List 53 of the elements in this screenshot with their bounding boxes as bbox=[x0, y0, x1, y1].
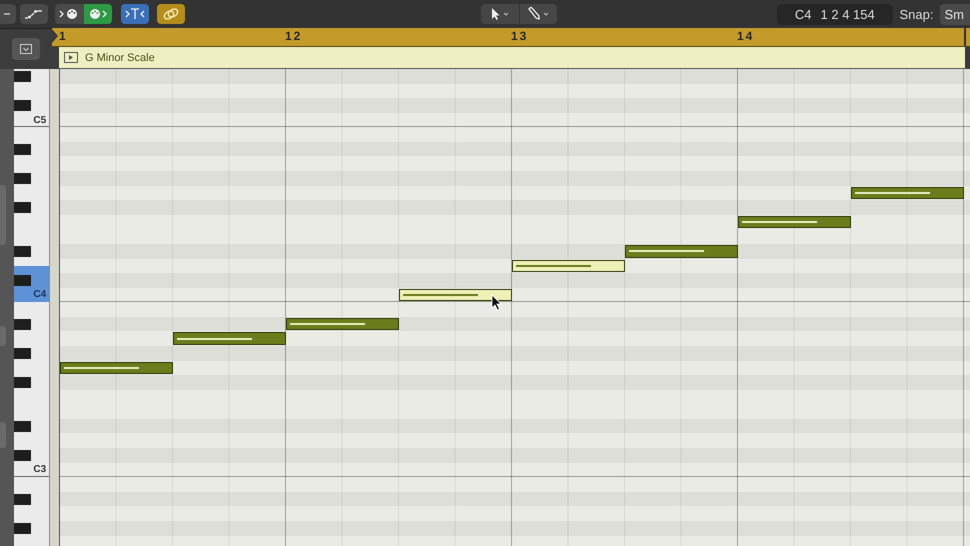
midi-note[interactable] bbox=[738, 216, 851, 228]
bar-number: 13 bbox=[511, 29, 528, 43]
sharp-key[interactable] bbox=[14, 202, 31, 214]
sharp-key[interactable] bbox=[14, 100, 31, 112]
pitch-readout: C4 bbox=[794, 6, 812, 22]
bar-number: 12 bbox=[285, 29, 302, 43]
chevron-box-icon bbox=[20, 44, 32, 54]
automation-button[interactable] bbox=[20, 4, 48, 24]
link-button[interactable] bbox=[157, 4, 186, 24]
sharp-key[interactable] bbox=[14, 494, 31, 505]
sharp-key[interactable] bbox=[14, 377, 31, 388]
region-header[interactable]: G Minor Scale bbox=[59, 47, 970, 69]
snap-dropdown[interactable]: Sm bbox=[940, 4, 970, 24]
midi-note[interactable] bbox=[173, 332, 286, 346]
midi-in-button[interactable] bbox=[55, 4, 84, 24]
pointer-icon bbox=[490, 8, 510, 20]
catch-icon bbox=[125, 8, 146, 20]
bar-number: 14 bbox=[737, 29, 754, 43]
sharp-key[interactable] bbox=[14, 348, 31, 359]
sharp-key[interactable] bbox=[14, 318, 31, 330]
catch-button[interactable] bbox=[121, 4, 150, 24]
midi-note[interactable] bbox=[851, 186, 964, 200]
time-readout: 1 2 4 154 bbox=[820, 6, 875, 22]
piano-keyboard[interactable]: C5 C4 C3 bbox=[14, 69, 50, 546]
link-icon bbox=[161, 7, 182, 21]
sharp-key[interactable] bbox=[14, 522, 31, 534]
octave-label: C5 bbox=[33, 114, 46, 128]
sharp-key[interactable] bbox=[14, 420, 31, 432]
octave-label: C4 bbox=[33, 288, 46, 302]
midi-note[interactable] bbox=[286, 318, 399, 330]
piano-roll-grid[interactable] bbox=[59, 69, 970, 546]
midi-note[interactable] bbox=[512, 260, 625, 272]
sharp-key[interactable] bbox=[14, 450, 31, 462]
midi-note[interactable] bbox=[625, 244, 738, 258]
mouse-pointer-icon bbox=[491, 294, 503, 311]
midi-note[interactable] bbox=[399, 288, 512, 302]
bar-ruler[interactable]: 1 12 13 14 bbox=[52, 28, 970, 47]
midi-out-button[interactable] bbox=[84, 4, 112, 24]
collapse-button[interactable] bbox=[12, 38, 40, 60]
pencil-icon bbox=[526, 7, 551, 21]
snap-label: Snap: bbox=[900, 6, 934, 22]
region-name: G Minor Scale bbox=[85, 52, 155, 64]
midi-note[interactable] bbox=[60, 362, 173, 374]
play-box-icon bbox=[64, 52, 78, 63]
midi-out-icon bbox=[88, 8, 108, 20]
sharp-key[interactable] bbox=[14, 246, 31, 257]
curve-icon bbox=[24, 8, 44, 20]
sharp-key[interactable] bbox=[14, 173, 31, 184]
midi-in-icon bbox=[59, 8, 80, 20]
sharp-key[interactable] bbox=[14, 144, 31, 155]
toolbar-button[interactable] bbox=[0, 4, 16, 24]
bar-number: 1 bbox=[59, 29, 68, 43]
octave-label: C3 bbox=[33, 463, 46, 478]
